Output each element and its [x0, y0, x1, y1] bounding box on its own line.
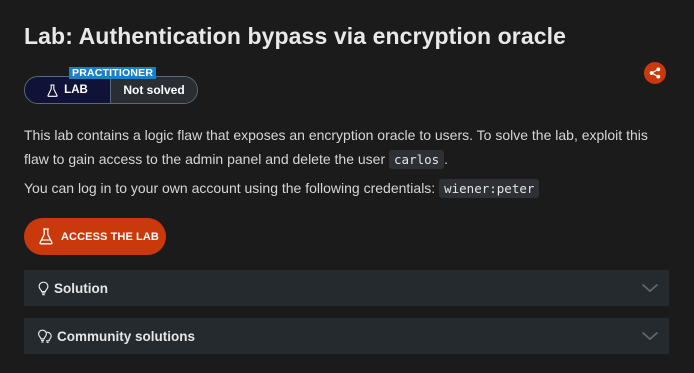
description-text-1: This lab contains a logic flaw that expo…	[24, 127, 648, 167]
share-icon	[649, 67, 661, 79]
description-paragraph-2: You can log in to your own account using…	[24, 176, 674, 201]
solution-accordion[interactable]: Solution	[24, 270, 669, 306]
page-title: Lab: Authentication bypass via encryptio…	[24, 23, 567, 49]
description-paragraph-1: This lab contains a logic flaw that expo…	[24, 123, 674, 172]
flask-icon	[39, 228, 53, 245]
lab-solved-status: Not solved	[111, 77, 197, 103]
badge-lab-section: LAB	[25, 77, 111, 103]
lab-page: Lab: Authentication bypass via encryptio…	[0, 0, 694, 373]
credentials-code: wiener:peter	[439, 179, 540, 198]
lab-status-badge-group: PRACTITIONER LAB Not solved	[24, 67, 198, 104]
target-username-code: carlos	[389, 150, 445, 169]
community-solutions-label: Community solutions	[57, 328, 195, 344]
badge-lab-label: LAB	[64, 84, 88, 96]
lab-status-badge: LAB Not solved	[24, 76, 198, 104]
share-button[interactable]	[644, 62, 666, 84]
community-bulbs-icon	[37, 329, 53, 344]
chevron-down-icon	[641, 329, 659, 343]
description-text-2: You can log in to your own account using…	[24, 180, 436, 196]
chevron-down-icon	[641, 281, 659, 295]
access-lab-button[interactable]: ACCESS THE LAB	[24, 218, 166, 255]
community-solutions-accordion[interactable]: Community solutions	[24, 318, 669, 354]
lab-description: This lab contains a logic flaw that expo…	[24, 123, 674, 201]
difficulty-level-tag: PRACTITIONER	[69, 67, 157, 79]
lightbulb-icon	[37, 281, 50, 296]
access-lab-label: ACCESS THE LAB	[61, 230, 159, 243]
flask-icon	[47, 83, 58, 97]
solution-label: Solution	[54, 280, 108, 296]
description-period: .	[444, 151, 449, 167]
